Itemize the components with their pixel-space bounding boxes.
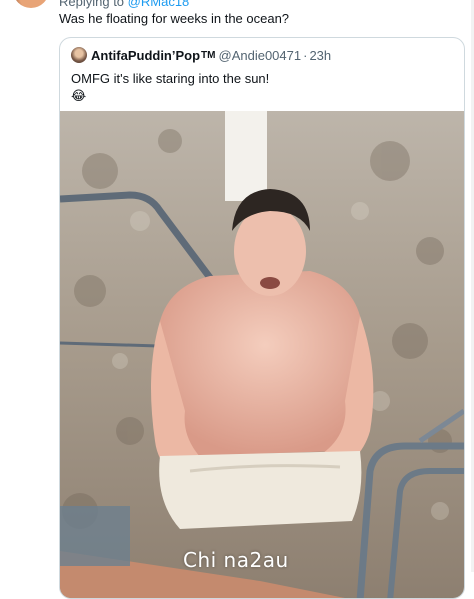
image-watermark: Chi na2au [183, 548, 289, 572]
quoted-author-tm-mark: TM [201, 49, 216, 61]
photo-illustration [60, 111, 464, 598]
quoted-tweet-header: AntifaPuddin’Pop TM @Andie00471 · 23h [71, 47, 331, 63]
quoted-author-handle[interactable]: @Andie00471 [219, 48, 302, 63]
quoted-tweet-card[interactable]: AntifaPuddin’Pop TM @Andie00471 · 23h OM… [59, 37, 465, 599]
header-separator: · [303, 47, 308, 63]
quoted-tweet-text: OMFG it's like staring into the sun! [71, 71, 270, 86]
replying-to-label: Replying to [59, 0, 125, 9]
replying-to-line: Replying to @RMac18 [59, 0, 189, 9]
laughing-tears-emoji: 😂 [71, 88, 87, 103]
replying-to-handle-link[interactable]: @RMac18 [128, 0, 190, 9]
quoted-tweet-text-block: OMFG it's like staring into the sun! 😂 [71, 70, 269, 104]
quoted-author-name[interactable]: AntifaPuddin’Pop [91, 48, 200, 63]
quoted-tweet-photo[interactable]: Chi na2au [60, 111, 464, 598]
quoted-tweet-timestamp[interactable]: 23h [309, 48, 331, 63]
reply-tweet-text: Was he floating for weeks in the ocean? [59, 11, 290, 26]
reply-author-avatar[interactable] [13, 0, 49, 8]
quoted-author-avatar[interactable] [71, 47, 87, 63]
